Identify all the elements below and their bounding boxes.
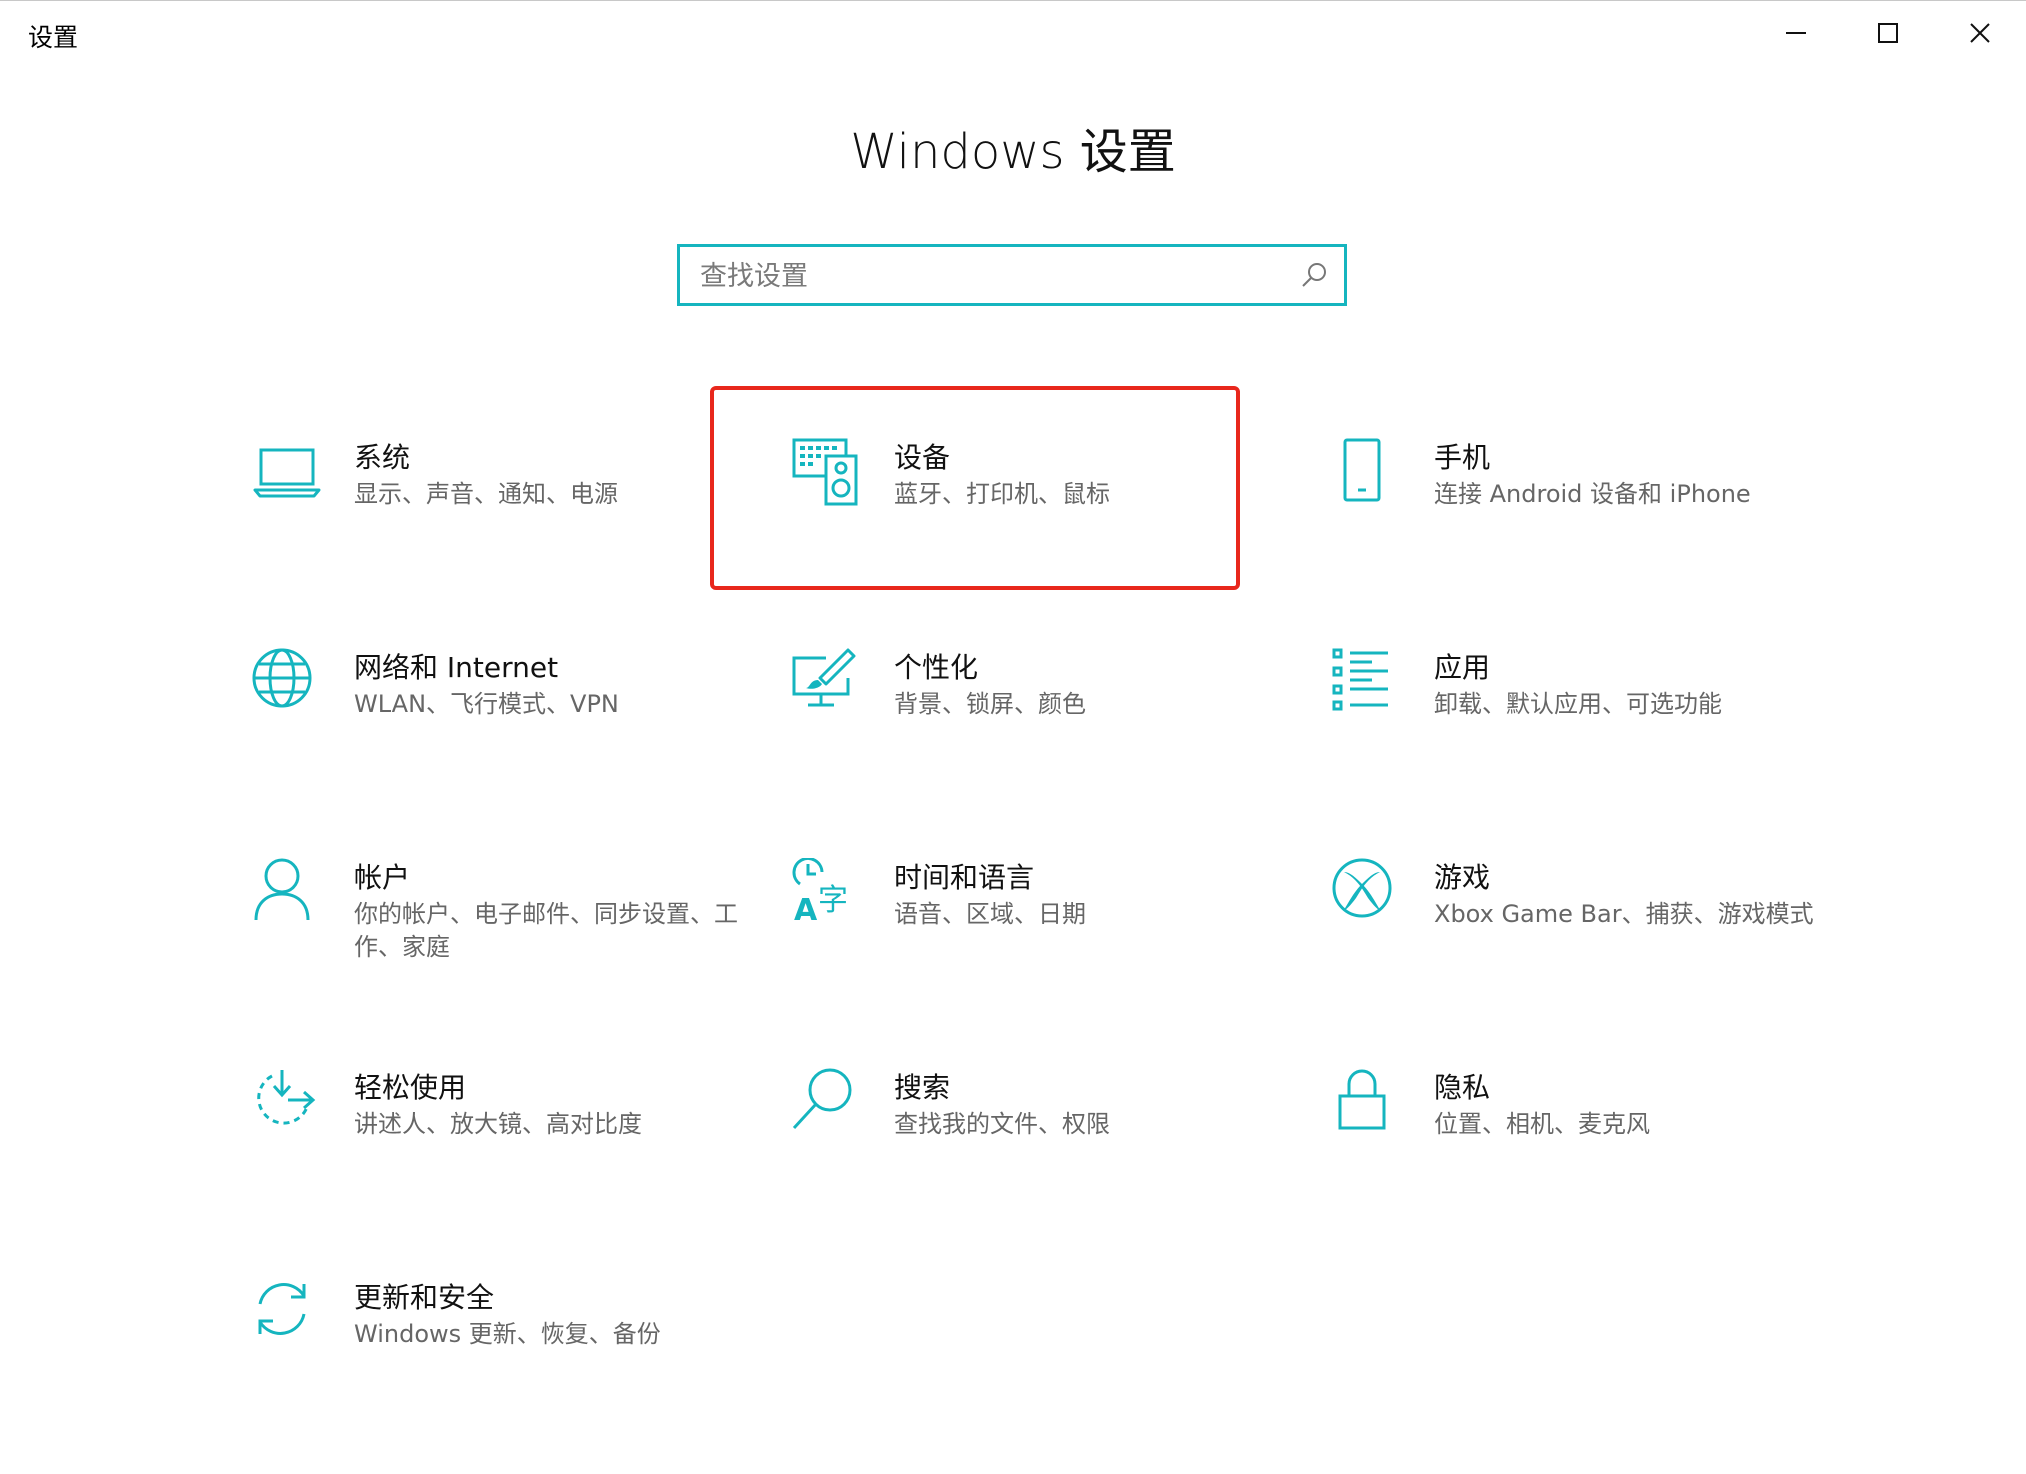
highlight-box xyxy=(710,386,1240,590)
page-title: Windows 设置 xyxy=(850,124,1176,180)
tile-subtitle: Xbox Game Bar、捕获、游戏模式 xyxy=(1434,900,1814,928)
tile-title: 应用 xyxy=(1434,651,1491,684)
search-box[interactable] xyxy=(677,244,1347,306)
tile-title: 更新和安全 xyxy=(354,1281,495,1314)
tile-title: 搜索 xyxy=(894,1071,951,1104)
sync-icon xyxy=(258,1283,306,1335)
tile-subtitle: 语音、区域、日期 xyxy=(894,900,1086,928)
phone-icon xyxy=(1343,438,1381,502)
tile-subtitle: 背景、锁屏、颜色 xyxy=(894,690,1086,718)
tile-subtitle: 查找我的文件、权限 xyxy=(894,1110,1110,1138)
tile-title: 帐户 xyxy=(354,861,411,894)
tile-phone[interactable]: 手机 连接 Android 设备和 iPhone xyxy=(1332,438,1852,608)
app-list-icon xyxy=(1332,648,1388,711)
window-title: 设置 xyxy=(28,23,79,52)
lock-icon xyxy=(1338,1069,1386,1130)
xbox-icon xyxy=(1332,858,1392,918)
tile-search[interactable]: 搜索 查找我的文件、权限 xyxy=(792,1068,1312,1238)
close-icon xyxy=(1970,23,1990,43)
tile-subtitle: 显示、声音、通知、电源 xyxy=(354,480,618,508)
tile-title: 网络和 Internet xyxy=(354,651,559,684)
tile-subtitle: WLAN、飞行模式、VPN xyxy=(354,690,619,718)
tile-subtitle: 位置、相机、麦克风 xyxy=(1434,1110,1650,1138)
tile-system[interactable]: 系统 显示、声音、通知、电源 xyxy=(252,438,772,608)
svg-text:字: 字 xyxy=(818,883,848,918)
search-icon xyxy=(792,1068,852,1130)
tile-title: 时间和语言 xyxy=(894,861,1035,894)
tile-privacy[interactable]: 隐私 位置、相机、麦克风 xyxy=(1332,1068,1852,1238)
maximize-button[interactable] xyxy=(1842,0,1934,66)
close-button[interactable] xyxy=(1934,0,2026,66)
laptop-icon xyxy=(253,448,321,498)
tile-apps[interactable]: 应用 卸载、默认应用、可选功能 xyxy=(1332,648,1852,818)
time-language-icon: A 字 xyxy=(792,858,848,928)
minimize-button[interactable] xyxy=(1750,0,1842,66)
tile-update-security[interactable]: 更新和安全 Windows 更新、恢复、备份 xyxy=(252,1278,772,1448)
maximize-icon xyxy=(1878,23,1898,43)
svg-text:A: A xyxy=(794,893,818,928)
tile-time-language[interactable]: A 字 时间和语言 语音、区域、日期 xyxy=(792,858,1312,1028)
window-top-border xyxy=(0,0,2026,1)
tile-subtitle: 你的帐户、电子邮件、同步设置、工作、家庭 xyxy=(354,900,738,961)
tile-title: 手机 xyxy=(1434,441,1491,474)
tile-network[interactable]: 网络和 Internet WLAN、飞行模式、VPN xyxy=(252,648,772,818)
tile-gaming[interactable]: 游戏 Xbox Game Bar、捕获、游戏模式 xyxy=(1332,858,1852,1028)
tile-personalization[interactable]: 个性化 背景、锁屏、颜色 xyxy=(792,648,1312,818)
accessibility-icon xyxy=(257,1070,316,1125)
globe-icon xyxy=(252,648,312,708)
tile-accounts[interactable]: 帐户 你的帐户、电子邮件、同步设置、工作、家庭 xyxy=(252,858,772,1028)
tile-title: 个性化 xyxy=(894,651,979,684)
search-input[interactable] xyxy=(698,247,1262,305)
tile-title: 游戏 xyxy=(1434,861,1491,894)
tile-title: 隐私 xyxy=(1434,1071,1491,1104)
tile-subtitle: 讲述人、放大镜、高对比度 xyxy=(354,1110,642,1138)
tile-subtitle: 卸载、默认应用、可选功能 xyxy=(1434,690,1722,718)
minimize-icon xyxy=(1786,32,1806,34)
search-icon[interactable] xyxy=(1298,259,1330,291)
tile-title: 轻松使用 xyxy=(354,1071,467,1104)
paintbrush-monitor-icon xyxy=(792,648,856,707)
person-icon xyxy=(254,858,310,921)
tile-subtitle: Windows 更新、恢复、备份 xyxy=(354,1320,661,1348)
tile-subtitle: 连接 Android 设备和 iPhone xyxy=(1434,480,1751,508)
tile-title: 系统 xyxy=(354,441,411,474)
tile-ease-of-access[interactable]: 轻松使用 讲述人、放大镜、高对比度 xyxy=(252,1068,772,1238)
